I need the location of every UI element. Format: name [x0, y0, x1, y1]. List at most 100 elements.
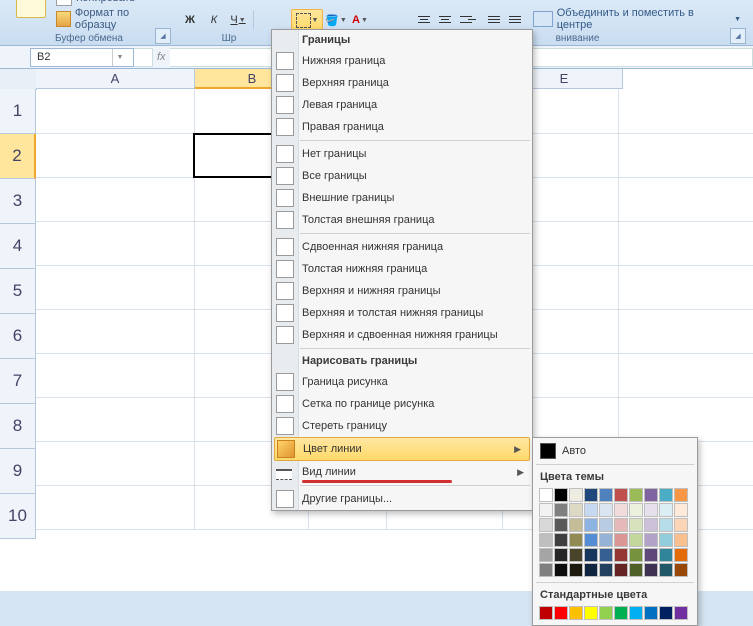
alignment-dialog-launcher[interactable]: ◢ — [730, 28, 746, 44]
more-borders-menu-item[interactable]: Другие границы... — [272, 488, 532, 510]
color-swatch[interactable] — [674, 488, 688, 502]
color-swatch[interactable] — [629, 533, 643, 547]
color-swatch[interactable] — [554, 533, 568, 547]
border-option[interactable]: Левая граница — [272, 94, 532, 116]
color-swatch[interactable] — [584, 548, 598, 562]
auto-color-item[interactable]: Авто — [536, 441, 694, 461]
color-swatch[interactable] — [539, 503, 553, 517]
cell[interactable] — [36, 221, 195, 266]
cell[interactable] — [618, 353, 753, 398]
color-swatch[interactable] — [584, 563, 598, 577]
color-swatch[interactable] — [644, 548, 658, 562]
border-option[interactable]: Толстая внешняя граница — [272, 209, 532, 231]
row-header-6[interactable]: 6 — [0, 314, 36, 359]
copy-button[interactable]: Копировать — [56, 0, 166, 6]
paste-button[interactable] — [12, 0, 50, 18]
color-swatch[interactable] — [599, 488, 613, 502]
color-swatch[interactable] — [644, 488, 658, 502]
border-option[interactable]: Внешние границы — [272, 187, 532, 209]
border-option[interactable]: Верхняя и толстая нижняя границы — [272, 302, 532, 324]
fill-color-button[interactable]: 🪣▼ — [325, 9, 347, 31]
cell[interactable] — [36, 89, 195, 134]
color-swatch[interactable] — [674, 563, 688, 577]
color-swatch[interactable] — [629, 563, 643, 577]
color-swatch[interactable] — [569, 503, 583, 517]
merge-center-button[interactable]: Объединить и поместить в центре▼ — [533, 5, 741, 31]
color-swatch[interactable] — [674, 548, 688, 562]
border-option[interactable]: Верхняя граница — [272, 72, 532, 94]
color-swatch[interactable] — [614, 548, 628, 562]
clipboard-dialog-launcher[interactable]: ◢ — [155, 28, 171, 44]
color-swatch[interactable] — [614, 563, 628, 577]
row-header-1[interactable]: 1 — [0, 89, 36, 134]
color-swatch[interactable] — [584, 503, 598, 517]
row-header-4[interactable]: 4 — [0, 224, 36, 269]
color-swatch[interactable] — [539, 548, 553, 562]
color-swatch[interactable] — [614, 518, 628, 532]
color-swatch[interactable] — [539, 606, 553, 620]
format-painter-button[interactable]: Формат по образцу — [56, 7, 166, 31]
color-swatch[interactable] — [584, 488, 598, 502]
row-header-7[interactable]: 7 — [0, 359, 36, 404]
column-header-A[interactable]: A — [36, 69, 195, 89]
row-header-9[interactable]: 9 — [0, 449, 36, 494]
cell[interactable] — [618, 309, 753, 354]
row-header-5[interactable]: 5 — [0, 269, 36, 314]
color-swatch[interactable] — [569, 518, 583, 532]
color-swatch[interactable] — [659, 533, 673, 547]
color-swatch[interactable] — [629, 518, 643, 532]
color-swatch[interactable] — [614, 488, 628, 502]
color-swatch[interactable] — [569, 533, 583, 547]
color-swatch[interactable] — [629, 488, 643, 502]
border-option[interactable]: Нет границы — [272, 143, 532, 165]
name-box-dropdown[interactable]: ▼ — [112, 49, 127, 66]
align-center-button[interactable] — [435, 9, 455, 29]
cell[interactable] — [618, 89, 753, 134]
italic-button[interactable]: К — [203, 9, 225, 31]
color-swatch[interactable] — [539, 563, 553, 577]
border-option[interactable]: Сетка по границе рисунка — [272, 393, 532, 415]
color-swatch[interactable] — [659, 518, 673, 532]
color-swatch[interactable] — [629, 548, 643, 562]
row-header-2[interactable]: 2 — [0, 134, 36, 179]
color-swatch[interactable] — [599, 606, 613, 620]
color-swatch[interactable] — [659, 563, 673, 577]
cell[interactable] — [36, 397, 195, 442]
border-option[interactable]: Сдвоенная нижняя граница — [272, 236, 532, 258]
border-option[interactable]: Все границы — [272, 165, 532, 187]
cell[interactable] — [36, 265, 195, 310]
color-swatch[interactable] — [644, 518, 658, 532]
row-header-3[interactable]: 3 — [0, 179, 36, 224]
color-swatch[interactable] — [539, 518, 553, 532]
color-swatch[interactable] — [614, 606, 628, 620]
color-swatch[interactable] — [554, 488, 568, 502]
color-swatch[interactable] — [674, 533, 688, 547]
color-swatch[interactable] — [674, 503, 688, 517]
name-box[interactable]: B2 ▼ — [30, 48, 134, 67]
border-option[interactable]: Стереть границу — [272, 415, 532, 437]
cell[interactable] — [618, 397, 753, 442]
row-header-10[interactable]: 10 — [0, 494, 36, 539]
border-option[interactable]: Правая граница — [272, 116, 532, 138]
color-swatch[interactable] — [659, 548, 673, 562]
color-swatch[interactable] — [629, 503, 643, 517]
border-option[interactable]: Нижняя граница — [272, 50, 532, 72]
color-swatch[interactable] — [674, 606, 688, 620]
cell[interactable] — [618, 133, 753, 178]
fx-cancel[interactable] — [134, 48, 153, 67]
color-swatch[interactable] — [599, 548, 613, 562]
border-option[interactable]: Верхняя и нижняя границы — [272, 280, 532, 302]
font-color-button[interactable]: A▼ — [349, 9, 371, 31]
color-swatch[interactable] — [629, 606, 643, 620]
line-color-menu-item[interactable]: Цвет линии ▶ — [274, 437, 530, 461]
underline-button[interactable]: Ч▼ — [227, 9, 249, 31]
cell[interactable] — [36, 177, 195, 222]
color-swatch[interactable] — [584, 606, 598, 620]
border-option[interactable]: Граница рисунка — [272, 371, 532, 393]
decrease-indent-button[interactable] — [484, 9, 504, 29]
border-option[interactable]: Толстая нижняя граница — [272, 258, 532, 280]
cell[interactable] — [36, 133, 195, 178]
color-swatch[interactable] — [674, 518, 688, 532]
color-swatch[interactable] — [614, 503, 628, 517]
color-swatch[interactable] — [554, 518, 568, 532]
